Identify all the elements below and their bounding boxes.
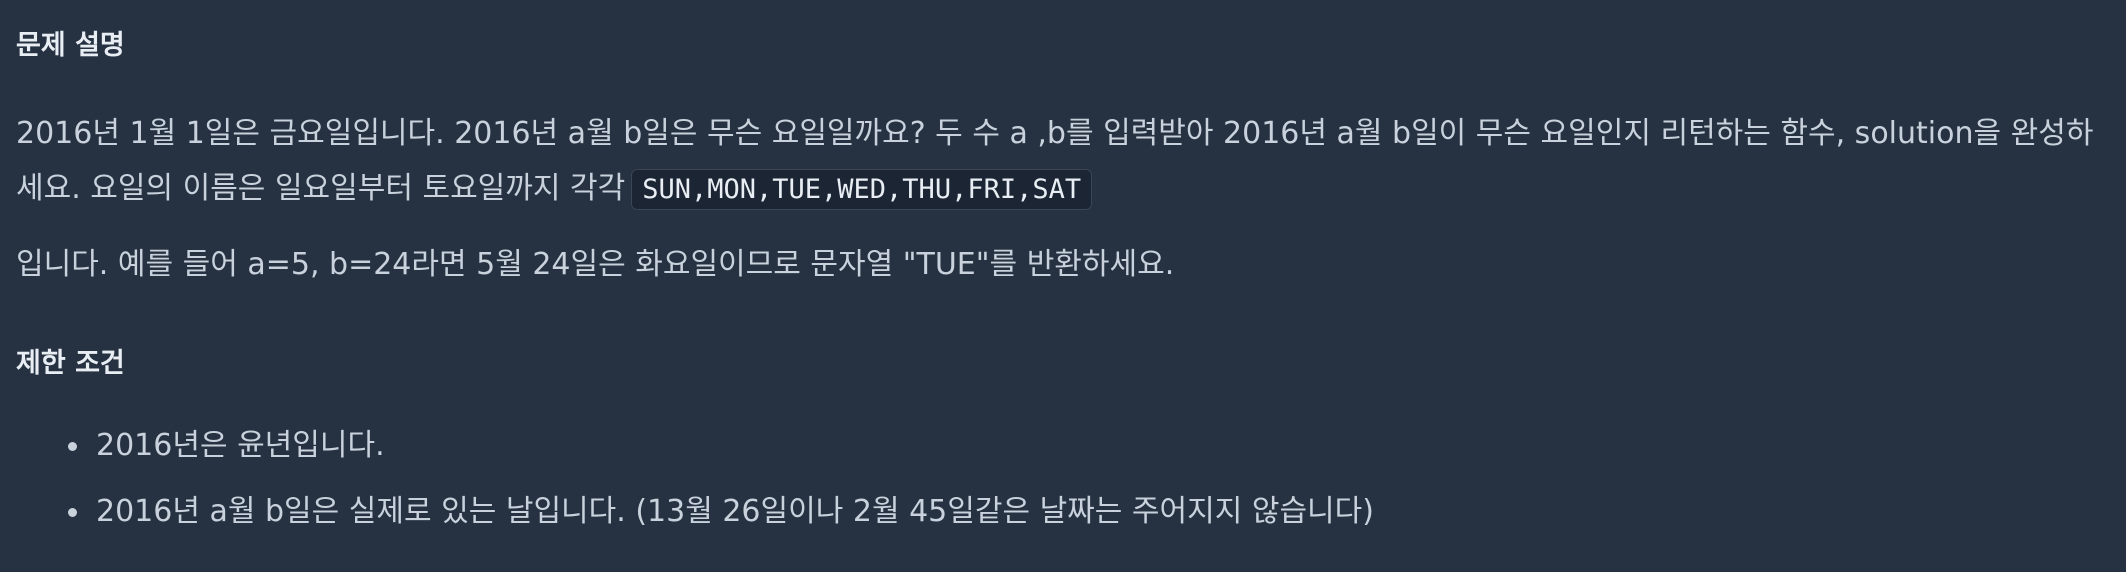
constraint-text: 2016년 a월 b일은 실제로 있는 날입니다. (13월 26일이나 2월 … <box>96 494 1374 529</box>
constraint-text: 2016년은 윤년입니다. <box>96 428 385 463</box>
description-text-after-code: 입니다. 예를 들어 a=5, b=24라면 5월 24일은 화요일이므로 문자… <box>16 247 1175 282</box>
constraints-heading: 제한 조건 <box>16 348 125 379</box>
problem-description-heading: 문제 설명 <box>16 30 125 61</box>
weekday-names-code: SUN,MON,TUE,WED,THU,FRI,SAT <box>631 169 1093 210</box>
problem-description-text: 2016년 1월 1일은 금요일입니다. 2016년 a월 b일은 무슨 요일일… <box>16 106 2110 217</box>
constraint-item: 2016년 a월 b일은 실제로 있는 날입니다. (13월 26일이나 2월 … <box>56 479 1374 545</box>
bullet-icon <box>68 442 77 451</box>
constraints-list: 2016년은 윤년입니다. 2016년 a월 b일은 실제로 있는 날입니다. … <box>56 413 1374 545</box>
problem-page: 문제 설명 2016년 1월 1일은 금요일입니다. 2016년 a월 b일은 … <box>0 0 2126 572</box>
bullet-icon <box>68 508 77 517</box>
constraint-item: 2016년은 윤년입니다. <box>56 413 1374 479</box>
